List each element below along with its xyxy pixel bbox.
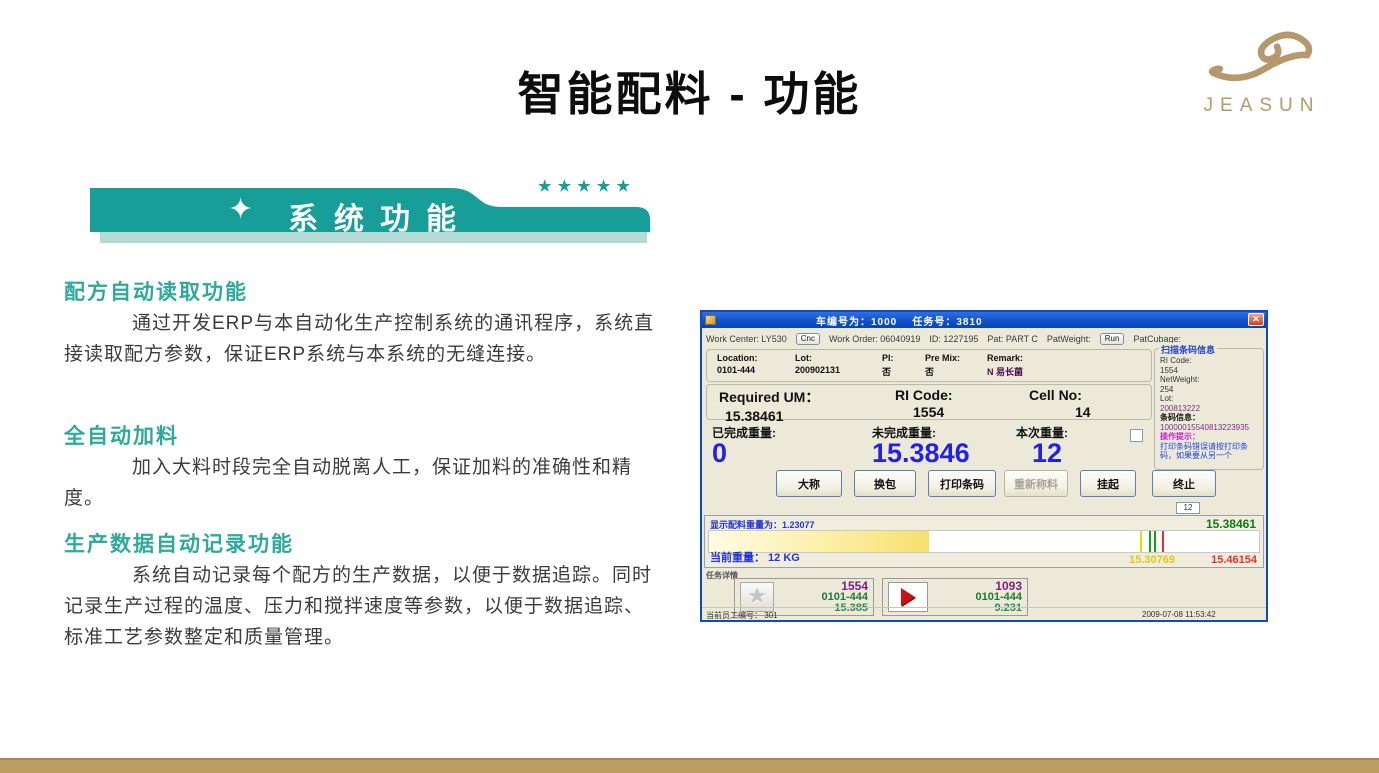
pi-field: PI:否: [882, 353, 894, 378]
confirm-checkbox[interactable]: [1130, 429, 1143, 442]
low-limit-marker: [1140, 531, 1142, 552]
target-marker: [1149, 531, 1151, 552]
window-title: 车编号为：1000 任务号：3810: [816, 313, 983, 328]
target-weight-value: 15.38461: [1206, 517, 1256, 531]
scan-ri-value: 1554: [1160, 366, 1260, 376]
high-limit-value: 15.46154: [1211, 554, 1257, 566]
status-bar: 当前员工编号： 301 2009-07-08 11:53:42: [702, 607, 1266, 620]
location-field: Location:0101-444: [717, 353, 758, 375]
required-um-field: Required UM：15.38461: [719, 387, 819, 424]
remain-weight-value: 15.3846: [872, 438, 970, 469]
page-title: 智能配料 - 功能: [0, 58, 1379, 124]
pat-weight-label: PatWeight:: [1047, 334, 1091, 344]
section-body-recipe-read: 通过开发ERP与本自动化生产控制系统的通讯程序，系统直接读取配方参数，保证ERP…: [64, 308, 660, 370]
terminate-button[interactable]: 终止: [1152, 470, 1216, 497]
done-weight-value: 0: [712, 438, 727, 469]
mini-value-box[interactable]: 12: [1176, 502, 1200, 514]
presentation-slide: 智能配料 - 功能 JEASUN ✦ 系统功能 ★ ★ ★ ★ ★ 配方自动读取…: [0, 0, 1379, 773]
change-bag-button[interactable]: 换包: [854, 470, 916, 497]
close-icon[interactable]: ✕: [1248, 313, 1264, 326]
hint-label: 操作提示：: [1160, 432, 1260, 442]
five-stars-icon: ★ ★ ★ ★ ★: [538, 177, 631, 195]
cell-no-field: Cell No:14: [1029, 387, 1091, 420]
pat-label: Pat: PART C: [987, 334, 1038, 344]
banner-title: 系统功能: [288, 194, 472, 238]
scan-lot-value: 200813222: [1160, 404, 1260, 414]
hint-text: 打印条码错误请按打印条码，如果要从另一个: [1160, 442, 1260, 461]
target-marker-2: [1154, 531, 1156, 552]
premix-field: Pre Mix:否: [925, 353, 960, 378]
scan-barcode-panel: 扫描条码信息 RI Code: 1554 NetWeight: 254 Lot:…: [1154, 348, 1264, 470]
run-button[interactable]: Run: [1100, 333, 1125, 345]
pat-cubage-label: PatCubage:: [1133, 334, 1181, 344]
section-body-auto-feed: 加入大料时段完全自动脱离人工，保证加料的准确性和精度。: [64, 452, 660, 514]
id-label: ID: 1227195: [929, 334, 978, 344]
current-weight-readout: 当前重量： 12 KG: [710, 549, 800, 565]
scan-net-value: 254: [1160, 385, 1260, 395]
diamond-star-icon: ✦: [228, 192, 253, 227]
section-heading-recipe-read: 配方自动读取功能: [64, 276, 248, 306]
window-titlebar[interactable]: 车编号为：1000 任务号：3810 ✕: [702, 312, 1266, 328]
barcode-value: 10000015540813223935: [1160, 423, 1260, 433]
jeasun-swoosh-icon: [1203, 26, 1321, 88]
batching-app-window: 车编号为：1000 任务号：3810 ✕ Work Center: LY530 …: [700, 310, 1268, 622]
ri-code-field: RI Code:1554: [895, 387, 953, 420]
required-groupbox: Required UM：15.38461 RI Code:1554 Cell N…: [706, 384, 1152, 420]
scan-ri-label: RI Code:: [1160, 356, 1260, 366]
section-heading-data-record: 生产数据自动记录功能: [64, 528, 294, 558]
high-limit-marker: [1162, 531, 1164, 552]
lot-info-groupbox: Location:0101-444 Lot:200902131 PI:否 Pre…: [706, 349, 1152, 382]
work-center-label: Work Center: LY530: [706, 334, 787, 344]
employee-id-status: 当前员工编号： 301: [706, 610, 778, 621]
cnc-button[interactable]: Cnc: [796, 333, 820, 345]
remark-field: Remark:N 易长菌: [987, 353, 1023, 378]
big-scale-button[interactable]: 大称: [776, 470, 842, 497]
scan-net-label: NetWeight:: [1160, 375, 1260, 385]
scan-panel-title: 扫描条码信息: [1159, 343, 1217, 356]
lot-field: Lot:200902131: [795, 353, 840, 375]
section-heading-auto-feed: 全自动加料: [64, 420, 179, 450]
weighing-progress-panel: 显示配料重量为：1.23077 15.38461 当前重量： 12 KG 15.…: [704, 515, 1264, 568]
reweigh-button[interactable]: 重新称料: [1004, 470, 1068, 497]
print-barcode-button[interactable]: 打印条码: [928, 470, 996, 497]
suspend-button[interactable]: 挂起: [1080, 470, 1136, 497]
window-icon: [705, 315, 716, 325]
section-body-data-record: 系统自动记录每个配方的生产数据，以便于数据追踪。同时记录生产过程的温度、压力和搅…: [64, 560, 660, 653]
work-order-label: Work Order: 06040919: [829, 334, 920, 344]
timestamp-status: 2009-07-08 11:53:42: [1142, 610, 1216, 619]
brand-logo: JEASUN: [1197, 26, 1327, 117]
footer-gold-bar: [0, 758, 1379, 773]
barcode-info-label: 条码信息：: [1160, 413, 1260, 423]
scan-lot-label: Lot:: [1160, 394, 1260, 404]
current-weight-value: 12: [1032, 438, 1062, 469]
low-limit-value: 15.30769: [1129, 554, 1175, 566]
brand-name: JEASUN: [1197, 95, 1327, 117]
